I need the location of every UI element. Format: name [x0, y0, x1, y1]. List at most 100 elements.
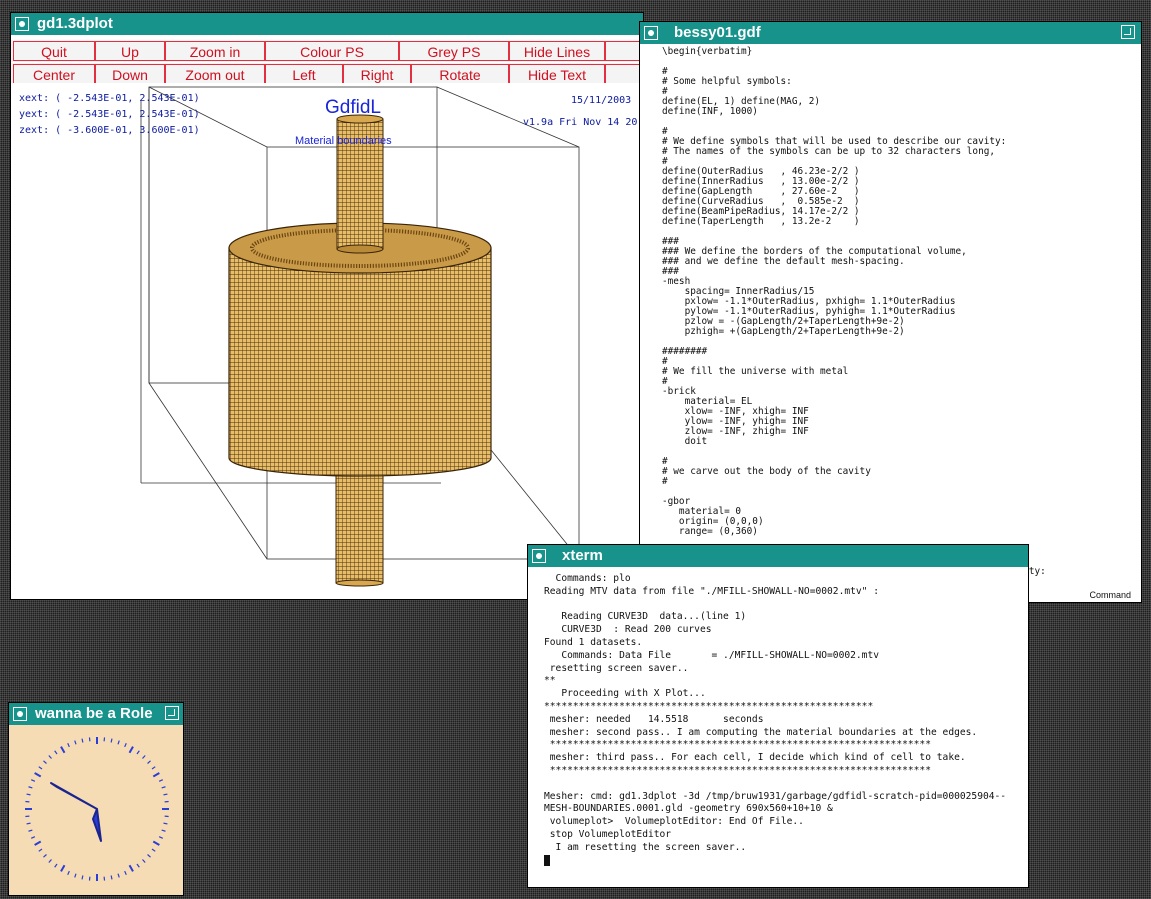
plot-canvas[interactable]: xext: ( -2.543E-01, 2.543E-01) yext: ( -… [11, 83, 643, 599]
clock-tick [43, 760, 47, 764]
xterm-titlebar[interactable]: xterm [528, 545, 1028, 567]
right-button[interactable]: Right [343, 64, 411, 84]
lower-pipe-end [335, 579, 384, 587]
clock-tick [74, 740, 77, 745]
window-menu-icon[interactable] [532, 549, 546, 563]
clock-tick [142, 859, 146, 863]
xterm-window: xterm Commands: plo Reading MTV data fro… [527, 544, 1029, 888]
hide-text-button[interactable]: Hide Text [509, 64, 605, 84]
clock-tick [128, 746, 134, 754]
clock-tick [158, 836, 164, 839]
x-extent-label: xext: ( -2.543E-01, 2.543E-01) [19, 93, 200, 104]
colour-ps-button[interactable]: Colour PS [265, 41, 399, 61]
terminal-cursor [544, 854, 550, 866]
clock-titlebar[interactable]: wanna be a Role [9, 703, 183, 725]
cavity-body [228, 247, 492, 477]
clock-tick [28, 786, 33, 789]
clock-tick [152, 772, 160, 778]
clock-tick [54, 863, 58, 868]
button-spacer [605, 41, 643, 61]
clock-tick [151, 766, 156, 770]
plot-date: 15/11/2003 [571, 95, 632, 106]
clock-tick [60, 746, 66, 754]
clock-tick [30, 779, 36, 782]
clock-tick [34, 772, 42, 778]
clock-tick [110, 738, 113, 743]
clock-tick [152, 840, 160, 846]
gdf-text-area[interactable]: \begin{verbatim} # # Some helpful symbol… [640, 44, 1141, 602]
down-button[interactable]: Down [95, 64, 165, 84]
clock-tick [26, 793, 31, 796]
hour-hand [50, 782, 98, 810]
clock-tick [74, 873, 77, 878]
terminal-output[interactable]: Commands: plo Reading MTV data from file… [528, 567, 1028, 887]
clock-tick [28, 829, 33, 832]
upper-pipe-joint [336, 244, 384, 254]
left-button[interactable]: Left [265, 64, 343, 84]
clock-tick [81, 875, 84, 880]
clock-tick [147, 854, 151, 858]
quit-button[interactable]: Quit [13, 41, 95, 61]
window-menu-icon[interactable] [644, 26, 658, 40]
center-button[interactable]: Center [13, 64, 95, 84]
clock-tick [151, 848, 156, 852]
zoom-in-button[interactable]: Zoom in [165, 41, 265, 61]
rotate-button[interactable]: Rotate [411, 64, 509, 84]
clock-tick [158, 779, 164, 782]
up-button[interactable]: Up [95, 41, 165, 61]
clock-tick [81, 738, 84, 743]
clock-tick [26, 822, 31, 825]
plot-window: gd1.3dplot Quit Up Zoom in Colour PS Gre… [10, 12, 644, 600]
clock-tick [60, 864, 66, 872]
window-title: xterm [562, 547, 603, 564]
gdf-file-content[interactable]: \begin{verbatim} # # Some helpful symbol… [652, 44, 1141, 587]
clock-tick [54, 750, 58, 755]
clock-tick [48, 859, 52, 863]
zoom-out-button[interactable]: Zoom out [165, 64, 265, 84]
clock-tick [124, 870, 127, 876]
clock-tick [161, 786, 166, 789]
button-row-1: Quit Up Zoom in Colour PS Grey PS Hide L… [11, 40, 643, 62]
button-spacer [605, 64, 643, 84]
clock-tick [48, 755, 52, 759]
clock-window: wanna be a Role [8, 702, 184, 896]
clock-tick [147, 760, 151, 764]
hide-lines-button[interactable]: Hide Lines [509, 41, 605, 61]
command-label: Command [1089, 590, 1131, 600]
clock-tick [136, 863, 140, 868]
minute-hand [92, 808, 102, 842]
clock-tick [117, 740, 120, 745]
button-row-2: Center Down Zoom out Left Right Rotate H… [11, 63, 643, 85]
analog-clock-face [25, 737, 169, 881]
window-title: gd1.3dplot [37, 15, 113, 32]
gdf-window-titlebar[interactable]: bessy01.gdf [640, 22, 1141, 44]
clock-tick [161, 829, 166, 832]
z-extent-label: zext: ( -3.600E-01, 3.600E-01) [19, 125, 200, 136]
y-extent-label: yext: ( -2.543E-01, 2.543E-01) [19, 109, 200, 120]
clock-tick [124, 742, 127, 748]
clock-tick [110, 875, 113, 880]
window-title: wanna be a Role [35, 705, 153, 722]
clock-tick [43, 854, 47, 858]
clock-tick [38, 848, 43, 852]
clock-tick [34, 840, 42, 846]
maximize-icon[interactable] [165, 706, 179, 720]
plot-window-titlebar[interactable]: gd1.3dplot [11, 13, 643, 35]
plot-subtitle: Material boundaries [295, 135, 392, 147]
clock-tick [163, 793, 168, 796]
terminal-text[interactable]: Commands: plo Reading MTV data from file… [528, 567, 1028, 869]
gdf-editor-window: bessy01.gdf \begin{verbatim} # # Some he… [639, 21, 1142, 603]
plot-version: v1.9a Fri Nov 14 20 [523, 117, 638, 128]
cavity-3d-plot [140, 86, 580, 587]
maximize-icon[interactable] [1121, 25, 1135, 39]
clock-tick [142, 755, 146, 759]
grey-ps-button[interactable]: Grey PS [399, 41, 509, 61]
window-menu-icon[interactable] [15, 17, 29, 31]
clock-tick [38, 766, 43, 770]
clock-tick [128, 864, 134, 872]
clock-tick [30, 836, 36, 839]
window-menu-icon[interactable] [13, 707, 27, 721]
plot-title: GdfidL [325, 97, 381, 118]
clock-tick [136, 750, 140, 755]
clock-tick [163, 822, 168, 825]
